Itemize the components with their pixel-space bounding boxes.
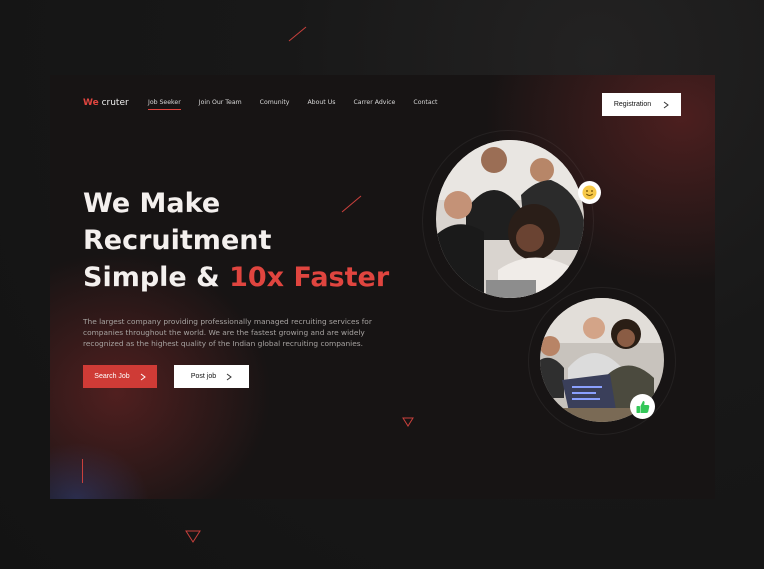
post-job-label: Post job bbox=[190, 373, 217, 380]
landing-card: We cruter Job Seeker Join Our Team Comun… bbox=[50, 75, 715, 499]
hero-line-3: Simple & 10x Faster bbox=[83, 262, 390, 293]
nav-item-carrer-advice[interactable]: Carrer Advice bbox=[353, 99, 395, 106]
chevron-right-icon bbox=[226, 373, 232, 380]
registration-label: Registration bbox=[613, 101, 652, 108]
nav-item-contact[interactable]: Contact bbox=[413, 99, 437, 106]
decor-vertical-line bbox=[82, 459, 83, 483]
nav-item-comunity[interactable]: Comunity bbox=[260, 99, 290, 106]
hero-description: The largest company providing profession… bbox=[83, 317, 372, 348]
nav-item-about-us[interactable]: About Us bbox=[307, 99, 335, 106]
thumbs-up-icon bbox=[636, 400, 649, 413]
team-photo-large bbox=[436, 140, 584, 298]
smile-emoji-icon bbox=[582, 185, 597, 200]
chevron-right-icon bbox=[140, 373, 146, 380]
main-nav: Job Seeker Join Our Team Comunity About … bbox=[148, 99, 455, 110]
smile-emoji-badge bbox=[578, 181, 601, 204]
nav-item-job-seeker[interactable]: Job Seeker bbox=[148, 99, 181, 110]
team-photo-illustration bbox=[436, 140, 584, 298]
decor-line-middle bbox=[341, 195, 362, 213]
search-job-button[interactable]: Search Job bbox=[83, 365, 157, 388]
chevron-right-icon bbox=[663, 101, 670, 108]
post-job-button[interactable]: Post job bbox=[174, 365, 249, 388]
brand-logo[interactable]: We cruter bbox=[83, 98, 129, 108]
decor-triangle-middle bbox=[402, 417, 414, 427]
hero-line-2: Recruitment bbox=[83, 225, 272, 256]
registration-button[interactable]: Registration bbox=[602, 93, 681, 116]
nav-item-join-our-team[interactable]: Join Our Team bbox=[199, 99, 242, 106]
search-job-label: Search Job bbox=[94, 373, 130, 380]
thumbs-up-badge bbox=[630, 394, 655, 419]
hero-accent-text: 10x Faster bbox=[229, 262, 390, 293]
decor-line-top bbox=[288, 26, 307, 42]
decor-triangle-bottom bbox=[185, 530, 201, 543]
